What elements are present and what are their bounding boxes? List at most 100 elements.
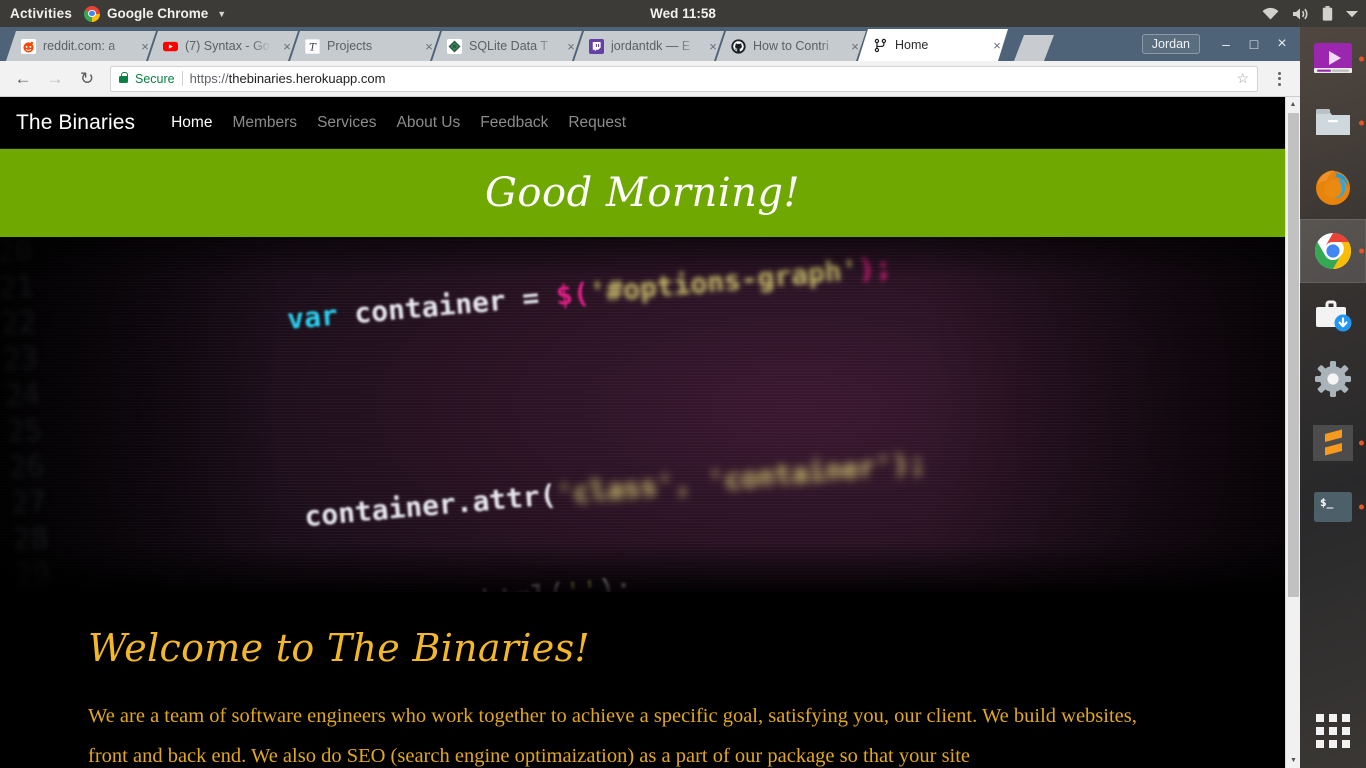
welcome-section: Welcome to The Binaries! We are a team o… xyxy=(0,592,1285,768)
hero-code-text: var container = $('#options-graph'); con… xyxy=(285,249,928,592)
scrollbar-thumb[interactable] xyxy=(1288,113,1299,597)
close-icon[interactable]: × xyxy=(704,40,718,53)
dock-item-sublime-text[interactable] xyxy=(1300,411,1366,475)
browser-tab[interactable]: reddit.com: a × xyxy=(6,31,156,61)
site-brand[interactable]: The Binaries xyxy=(16,111,135,135)
chrome-icon xyxy=(84,5,101,22)
close-icon[interactable]: × xyxy=(988,39,1002,52)
sqlite-icon xyxy=(446,38,462,54)
site-navbar: The Binaries Home Members Services About… xyxy=(0,97,1285,149)
terminal-icon: $_ xyxy=(1314,492,1352,522)
media-player-icon xyxy=(1314,43,1352,73)
greeting-banner: Good Morning! xyxy=(0,149,1285,237)
page-scrollbar[interactable]: ▲ ▼ xyxy=(1285,97,1300,768)
trello-icon: T xyxy=(304,38,320,54)
dock-item-settings[interactable] xyxy=(1300,347,1366,411)
reload-icon[interactable]: ↻ xyxy=(72,64,102,94)
battery-icon xyxy=(1322,6,1333,21)
close-icon[interactable]: × xyxy=(420,40,434,53)
nav-link-members[interactable]: Members xyxy=(222,114,307,132)
close-icon[interactable]: × xyxy=(562,40,576,53)
divider xyxy=(181,71,183,86)
gnome-top-bar: Activities Google Chrome ▼ Wed 11:58 xyxy=(0,0,1366,27)
system-tray[interactable] xyxy=(1262,6,1358,21)
chrome-icon xyxy=(1314,233,1352,269)
browser-tab[interactable]: (7) Syntax - Go × xyxy=(148,31,298,61)
dock-item-firefox[interactable] xyxy=(1300,155,1366,219)
dock-item-file-manager[interactable] xyxy=(1300,91,1366,155)
svg-text:T: T xyxy=(309,41,317,53)
page-viewport: The Binaries Home Members Services About… xyxy=(0,97,1300,768)
youtube-icon xyxy=(162,38,178,54)
welcome-paragraph: We are a team of software engineers who … xyxy=(88,705,1137,767)
minimize-button[interactable]: – xyxy=(1212,27,1240,61)
close-icon[interactable]: × xyxy=(278,40,292,53)
window-controls: Jordan – □ × xyxy=(1141,27,1300,61)
sublime-text-icon xyxy=(1313,425,1353,461)
tab-title: reddit.com: a xyxy=(43,39,116,53)
wifi-icon xyxy=(1262,7,1279,20)
close-window-button[interactable]: × xyxy=(1268,27,1296,61)
dock-item-terminal[interactable]: $_ xyxy=(1300,475,1366,539)
software-store-icon xyxy=(1316,300,1352,332)
browser-tab[interactable]: How to Contri × xyxy=(716,31,866,61)
url-scheme: https:// xyxy=(189,71,229,86)
new-tab-button[interactable] xyxy=(1014,35,1054,61)
close-icon[interactable]: × xyxy=(846,40,860,53)
address-bar[interactable]: Secure https://thebinaries.herokuapp.com… xyxy=(110,65,1258,92)
nav-link-feedback[interactable]: Feedback xyxy=(470,114,558,132)
tab-title: Projects xyxy=(327,39,373,53)
hero-line-numbers: 20 21 22 23 24 25 26 27 28 29 xyxy=(0,237,51,592)
dock-item-google-chrome[interactable] xyxy=(1300,219,1366,283)
nav-link-about-us[interactable]: About Us xyxy=(387,114,471,132)
tab-title: Home xyxy=(895,38,929,52)
security-label: Secure xyxy=(135,71,175,86)
tab-strip: reddit.com: a × (7) Syntax - Go × T Proj… xyxy=(0,27,1300,61)
svg-text:$_: $_ xyxy=(1320,496,1334,509)
tab-title: SQLite Data T xyxy=(469,39,548,53)
close-icon[interactable]: × xyxy=(136,40,150,53)
back-icon[interactable]: ← xyxy=(8,64,38,94)
dock-item-media-player[interactable] xyxy=(1300,27,1366,91)
reddit-icon xyxy=(20,38,36,54)
twitch-icon xyxy=(588,38,604,54)
browser-tab[interactable]: jordantdk — E × xyxy=(574,31,724,61)
apps-grid-icon xyxy=(1316,714,1350,748)
dock-item-ubuntu-software[interactable] xyxy=(1300,283,1366,347)
tab-title: (7) Syntax - Go xyxy=(185,39,270,53)
firefox-icon xyxy=(1316,170,1350,205)
profile-button[interactable]: Jordan xyxy=(1141,34,1200,54)
browser-tab[interactable]: SQLite Data T × xyxy=(432,31,582,61)
chevron-down-icon: ▼ xyxy=(217,8,227,19)
nav-link-services[interactable]: Services xyxy=(307,114,386,132)
active-app-label: Google Chrome xyxy=(107,6,209,21)
lock-icon xyxy=(119,72,128,83)
ubuntu-dock: $_ xyxy=(1300,27,1366,768)
scroll-down-arrow-icon[interactable]: ▼ xyxy=(1286,753,1300,768)
hero-image-code-photo: 20 21 22 23 24 25 26 27 28 29 var contai… xyxy=(0,237,1285,592)
volume-icon xyxy=(1293,8,1308,19)
tab-title: jordantdk — E xyxy=(611,39,691,53)
git-branch-icon xyxy=(872,37,888,53)
forward-icon[interactable]: → xyxy=(40,64,70,94)
bookmark-star-icon[interactable]: ☆ xyxy=(1236,70,1249,87)
nav-link-home[interactable]: Home xyxy=(161,114,222,132)
active-app-menu[interactable]: Google Chrome ▼ xyxy=(84,5,227,22)
welcome-heading: Welcome to The Binaries! xyxy=(88,626,590,670)
system-menu-chevron-icon xyxy=(1346,10,1358,17)
activities-button[interactable]: Activities xyxy=(0,6,84,21)
greeting-text: Good Morning! xyxy=(484,170,801,216)
browser-tab[interactable]: T Projects × xyxy=(290,31,440,61)
chrome-menu-icon[interactable] xyxy=(1266,64,1292,94)
tab-title: How to Contri xyxy=(753,39,829,53)
scroll-up-arrow-icon[interactable]: ▲ xyxy=(1286,97,1300,112)
clock[interactable]: Wed 11:58 xyxy=(650,6,716,21)
url-host: thebinaries.herokuapp.com xyxy=(228,71,386,86)
browser-toolbar: ← → ↻ Secure https://thebinaries.herokua… xyxy=(0,61,1300,97)
chrome-window: reddit.com: a × (7) Syntax - Go × T Proj… xyxy=(0,27,1300,768)
show-applications-button[interactable] xyxy=(1300,702,1366,760)
gear-icon xyxy=(1315,361,1351,397)
browser-tab-active[interactable]: Home × xyxy=(858,29,1008,61)
maximize-button[interactable]: □ xyxy=(1240,27,1268,61)
nav-link-request[interactable]: Request xyxy=(558,114,636,132)
